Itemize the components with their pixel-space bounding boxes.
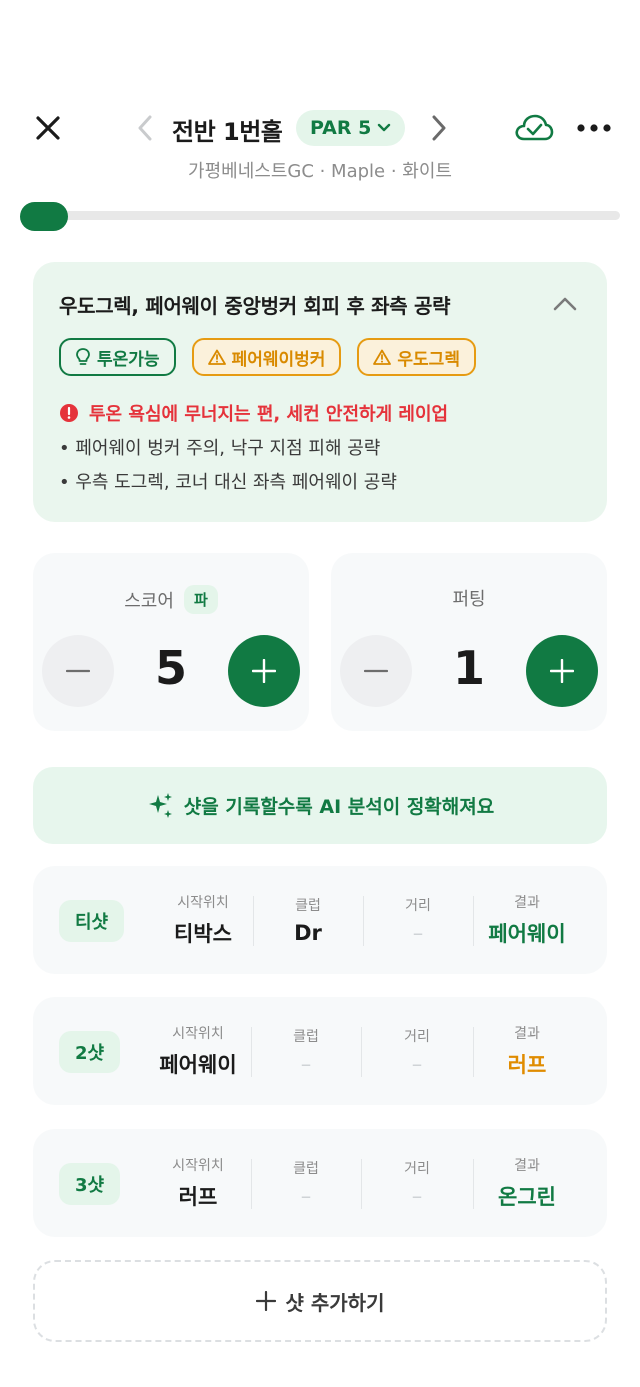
distance-label: 거리 [404,1029,430,1045]
course-subtitle: 가평베네스트GC · Maple · 화이트 [188,161,452,182]
strategy-bullet: • 우측 도그렉, 코너 대신 좌측 페어웨이 공략 [59,472,397,493]
score-label: 스코어 [124,590,174,612]
sparkles-icon [148,792,172,818]
tag-label: 우도그렉 [397,349,460,370]
more-options-button[interactable] [572,108,616,148]
strategy-tags: 투온가능 페어웨이벙커 우도그렉 [59,338,476,376]
tag-label: 페어웨이벙커 [231,349,326,370]
shot-result[interactable]: 결과 러프 [474,997,580,1105]
club-label: 클럽 [295,898,321,914]
warning-text: 투온 욕심에 무너지는 편, 세컨 안전하게 레이업 [89,404,449,425]
lightbulb-icon [76,348,90,365]
chevron-down-icon [378,123,391,132]
par-selector[interactable]: PAR 5 [296,110,406,146]
club-value: – [300,1184,312,1208]
plus-icon [550,659,574,683]
shot-number-badge: 3샷 [59,1163,121,1205]
chevron-right-icon [432,115,446,141]
putting-label: 퍼팅 [452,589,486,610]
hole-header: 전반 1번홀 PAR 5 [0,100,640,156]
shot-distance[interactable]: 거리 – [364,866,472,974]
start-label: 시작위치 [177,895,229,911]
putting-card: 퍼팅 1 [331,553,607,731]
next-hole-button[interactable] [424,110,454,146]
strategy-bullet: • 페어웨이 벙커 주의, 낙구 지점 피해 공략 [59,438,381,459]
start-value: 러프 [178,1185,218,1209]
shot-row[interactable]: 2샷 시작위치 페어웨이 클럽 – 거리 – 결과 러프 [33,997,607,1105]
tag-right-dogleg: 우도그렉 [357,338,476,376]
result-label: 결과 [514,1026,540,1042]
close-button[interactable] [30,110,66,146]
shot-club[interactable]: 클럽 – [252,997,360,1105]
shot-distance[interactable]: 거리 – [362,1129,472,1237]
tag-fairway-bunker: 페어웨이벙커 [191,338,342,376]
result-label: 결과 [514,895,540,911]
cloud-sync-button[interactable] [512,108,556,148]
shot-distance[interactable]: 거리 – [362,997,472,1105]
plus-icon [255,1291,276,1311]
strategy-title: 우도그렉, 페어웨이 중앙벙커 회피 후 좌측 공략 [59,294,451,318]
shot-start[interactable]: 시작위치 러프 [145,1129,251,1237]
collapse-button[interactable] [549,288,581,320]
cloud-check-icon [515,114,554,141]
chevron-left-icon [138,115,152,141]
ai-banner-text: 샷을 기록할수록 AI 분석이 정확해져요 [183,796,495,818]
result-value: 러프 [507,1053,547,1077]
warning-icon [207,349,226,365]
putting-increment-button[interactable] [526,635,598,707]
plus-icon [252,659,276,683]
distance-value: – [411,1184,423,1208]
shot-number-badge: 티샷 [59,900,125,942]
hole-title: 전반 1번홀 [172,118,283,146]
hole-progress-track [22,211,620,220]
add-shot-label: 샷 추가하기 [285,1290,385,1315]
tag-label: 투온가능 [97,349,160,370]
result-value: 온그린 [498,1185,556,1209]
club-value: – [300,1052,312,1076]
alert-circle-icon [60,404,78,422]
putting-label-row: 퍼팅 [331,585,607,611]
score-increment-button[interactable] [228,635,300,707]
distance-label: 거리 [405,898,431,914]
shot-start[interactable]: 시작위치 티박스 [153,866,253,974]
tag-two-on: 투온가능 [59,338,176,376]
hole-progress-fill[interactable] [20,202,68,231]
more-dots-icon [577,124,611,132]
score-card: 스코어 파 5 [33,553,309,731]
warning-icon [373,349,392,365]
club-value: Dr [294,921,322,945]
shot-start[interactable]: 시작위치 페어웨이 [145,997,251,1105]
close-icon [36,116,60,140]
distance-value: – [412,921,424,945]
ai-analysis-banner[interactable]: 샷을 기록할수록 AI 분석이 정확해져요 [33,767,607,844]
shot-result[interactable]: 결과 온그린 [474,1129,580,1237]
shot-club[interactable]: 클럽 Dr [254,866,362,974]
result-label: 결과 [514,1158,540,1174]
score-label-row: 스코어 파 [33,585,309,614]
par-label: PAR 5 [310,117,372,139]
shot-result[interactable]: 결과 페어웨이 [474,866,580,974]
start-label: 시작위치 [172,1026,224,1042]
start-label: 시작위치 [172,1158,224,1174]
shot-row[interactable]: 티샷 시작위치 티박스 클럽 Dr 거리 – 결과 페어웨이 [33,866,607,974]
start-value: 티박스 [174,922,232,946]
add-shot-button[interactable]: 샷 추가하기 [33,1260,607,1342]
club-label: 클럽 [293,1029,319,1045]
chevron-up-icon [553,297,577,311]
strategy-card: 우도그렉, 페어웨이 중앙벙커 회피 후 좌측 공략 투온가능 페어웨이벙커 우… [33,262,607,522]
result-value: 페어웨이 [488,922,566,946]
distance-label: 거리 [404,1161,430,1177]
shot-club[interactable]: 클럽 – [252,1129,360,1237]
distance-value: – [411,1052,423,1076]
club-label: 클럽 [293,1161,319,1177]
shot-row[interactable]: 3샷 시작위치 러프 클럽 – 거리 – 결과 온그린 [33,1129,607,1237]
shot-number-badge: 2샷 [59,1031,121,1073]
strategy-warning: 투온 욕심에 무너지는 편, 세컨 안전하게 레이업 [59,400,448,426]
score-status-badge: 파 [183,585,218,614]
previous-hole-button[interactable] [130,110,160,146]
start-value: 페어웨이 [159,1053,237,1077]
